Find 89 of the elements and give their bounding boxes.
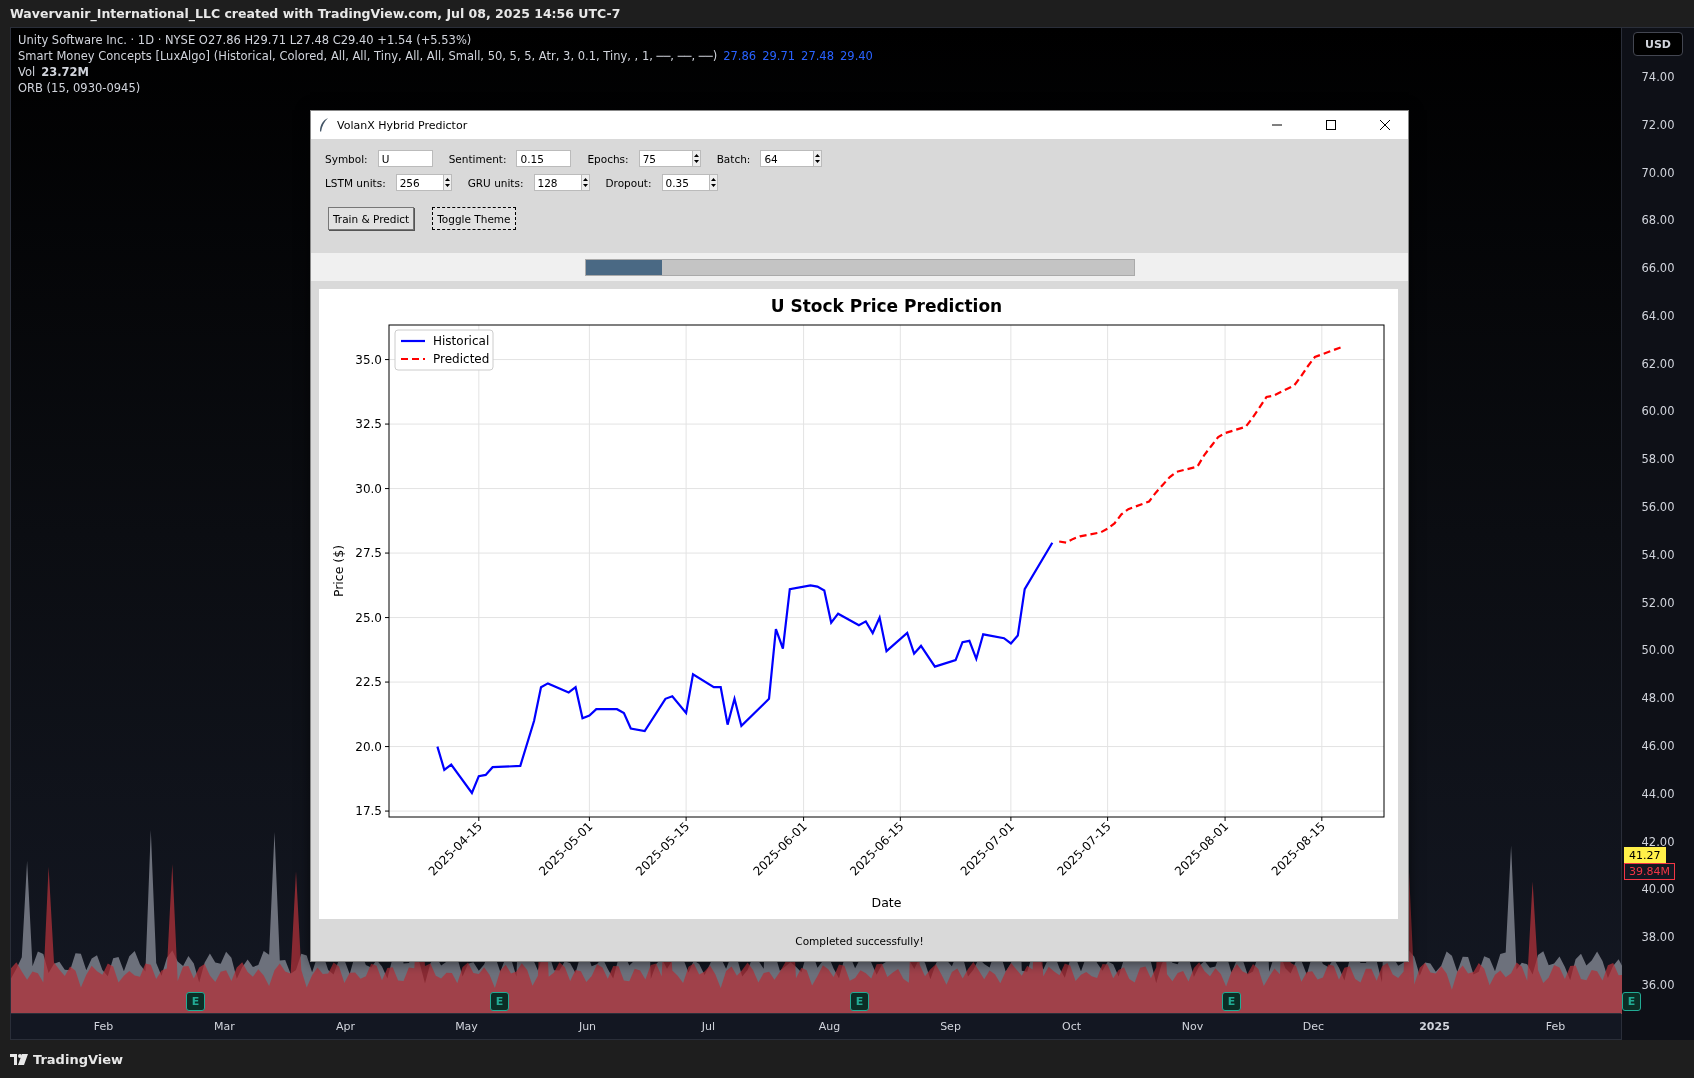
time-axis-label: Aug [817, 1020, 842, 1033]
text-field[interactable]: 0.15 [516, 150, 572, 167]
price-axis-label: 62.00 [1641, 356, 1675, 371]
time-axis-label: Apr [335, 1020, 356, 1033]
indicator-value: 27.86 [723, 49, 757, 63]
y-tick-label: 32.5 [355, 417, 382, 432]
price-axis-label: 44.00 [1641, 786, 1675, 801]
spin-arrows-icon[interactable] [813, 150, 823, 167]
y-tick-label: 22.5 [355, 675, 382, 690]
action-button[interactable]: Toggle Theme [432, 207, 516, 230]
price-axis-label: 70.00 [1641, 165, 1675, 180]
price-axis-label: 36.00 [1641, 977, 1675, 992]
price-axis-label: 54.00 [1641, 547, 1675, 562]
orb-legend: ORB (15, 0930-0945) [18, 81, 141, 95]
y-tick-label: 20.0 [355, 739, 382, 754]
earnings-badge[interactable]: E [1622, 992, 1641, 1011]
volume-tag: 39.84M [1624, 863, 1675, 880]
price-axis-label: 38.00 [1641, 930, 1675, 945]
spinbox-field[interactable]: 128 [533, 174, 581, 191]
spin-arrows-icon[interactable] [442, 174, 452, 191]
volume-value: 23.72M [41, 65, 90, 79]
field-label: Batch: [716, 152, 751, 165]
earnings-badge[interactable]: E [490, 992, 509, 1011]
price-axis-label: 68.00 [1641, 213, 1675, 228]
spinbox-field[interactable]: 256 [395, 174, 443, 191]
price-axis-label: 74.00 [1641, 70, 1675, 84]
legend-label: Predicted [433, 352, 490, 366]
brand-name: TradingView [33, 1051, 124, 1067]
spinbox-field[interactable]: 0.35 [661, 174, 709, 191]
y-tick-label: 27.5 [355, 546, 382, 561]
field-label: LSTM units: [325, 176, 386, 189]
logo-icon [10, 1053, 28, 1065]
spin-arrows-icon[interactable] [580, 174, 590, 191]
time-axis-label: Oct [1061, 1020, 1082, 1033]
indicator-value: 27.48 [801, 49, 834, 63]
spinbox-field[interactable]: 75 [638, 150, 692, 167]
indicator-value: 29.71 [762, 49, 796, 63]
time-axis-label: Jun [577, 1020, 598, 1033]
price-axis-label: 40.00 [1641, 882, 1675, 897]
chart-title: U Stock Price Prediction [770, 296, 1003, 316]
legend-label: Historical [433, 334, 490, 348]
price-axis-label: 56.00 [1641, 500, 1675, 515]
price-axis-label: 46.00 [1641, 738, 1675, 753]
y-tick-label: 25.0 [355, 610, 382, 625]
header-text: Wavervanir_International_LLC created with TradingView.com, Jul 08, 2025 14:56 UTC-7 [9, 5, 622, 24]
y-tick-label: 35.0 [355, 352, 382, 367]
field-label: GRU units: [467, 176, 524, 189]
price-axis-label: 50.00 [1641, 643, 1675, 658]
price-axis-label: 66.00 [1641, 261, 1675, 276]
field-label: Sentiment: [448, 152, 507, 165]
price-axis-label: 58.00 [1641, 452, 1675, 467]
y-tick-label: 30.0 [355, 481, 382, 496]
field-label: Symbol: [325, 152, 368, 165]
indicator-legend: Smart Money Concepts [LuxAlgo] (Historical, Colored, All, All, Tiny, All, All, Small, 50, 5, 5, Atr, 3, 0.1, Tiny, , 1, ──, ──, ──) [18, 49, 718, 63]
symbol-legend: Unity Software Inc. · 1D · NYSE O27.86 H29.71 L27.48 C29.40 +1.54 (+5.53%) [18, 33, 472, 47]
time-axis-label: Dec [1301, 1020, 1326, 1033]
time-axis-label: Mar [213, 1020, 236, 1033]
earnings-badge[interactable]: E [1222, 992, 1241, 1011]
time-axis-label: Feb [92, 1020, 115, 1033]
spin-arrows-icon[interactable] [708, 174, 718, 191]
x-axis-label: Date [871, 895, 902, 910]
window-title: VolanX Hybrid Predictor [337, 118, 469, 132]
text-field[interactable]: U [377, 150, 433, 167]
currency-button[interactable]: USD [1633, 32, 1683, 56]
time-axis-label: Feb [1544, 1020, 1567, 1033]
price-axis-label: 42.00 [1641, 834, 1675, 849]
time-axis-label: Sep [939, 1020, 962, 1033]
time-axis-label: Nov [1180, 1020, 1205, 1033]
earnings-badge[interactable]: E [186, 992, 205, 1011]
price-axis-label: 48.00 [1641, 691, 1675, 706]
y-tick-label: 17.5 [355, 804, 382, 819]
volume-legend: Vol [18, 65, 36, 79]
action-button[interactable]: Train & Predict [328, 207, 415, 230]
status-text: Completed successfully! [794, 935, 925, 947]
time-axis-label: Jul [700, 1020, 717, 1033]
y-axis-label: Price ($) [331, 544, 346, 598]
indicator-value: 29.40 [840, 49, 873, 63]
price-axis-label: 52.00 [1641, 595, 1675, 610]
field-label: Dropout: [605, 176, 652, 189]
spinbox-field[interactable]: 64 [760, 150, 814, 167]
price-axis-label: 64.00 [1641, 308, 1675, 323]
price-axis-label: 60.00 [1641, 404, 1675, 419]
time-axis-label: May [454, 1020, 479, 1033]
feather-icon [319, 118, 329, 132]
earnings-badge[interactable]: E [850, 992, 869, 1011]
field-label: Epochs: [587, 152, 629, 165]
spin-arrows-icon[interactable] [691, 150, 701, 167]
price-axis-label: 72.00 [1641, 117, 1675, 132]
time-axis-label: 2025 [1418, 1020, 1451, 1033]
